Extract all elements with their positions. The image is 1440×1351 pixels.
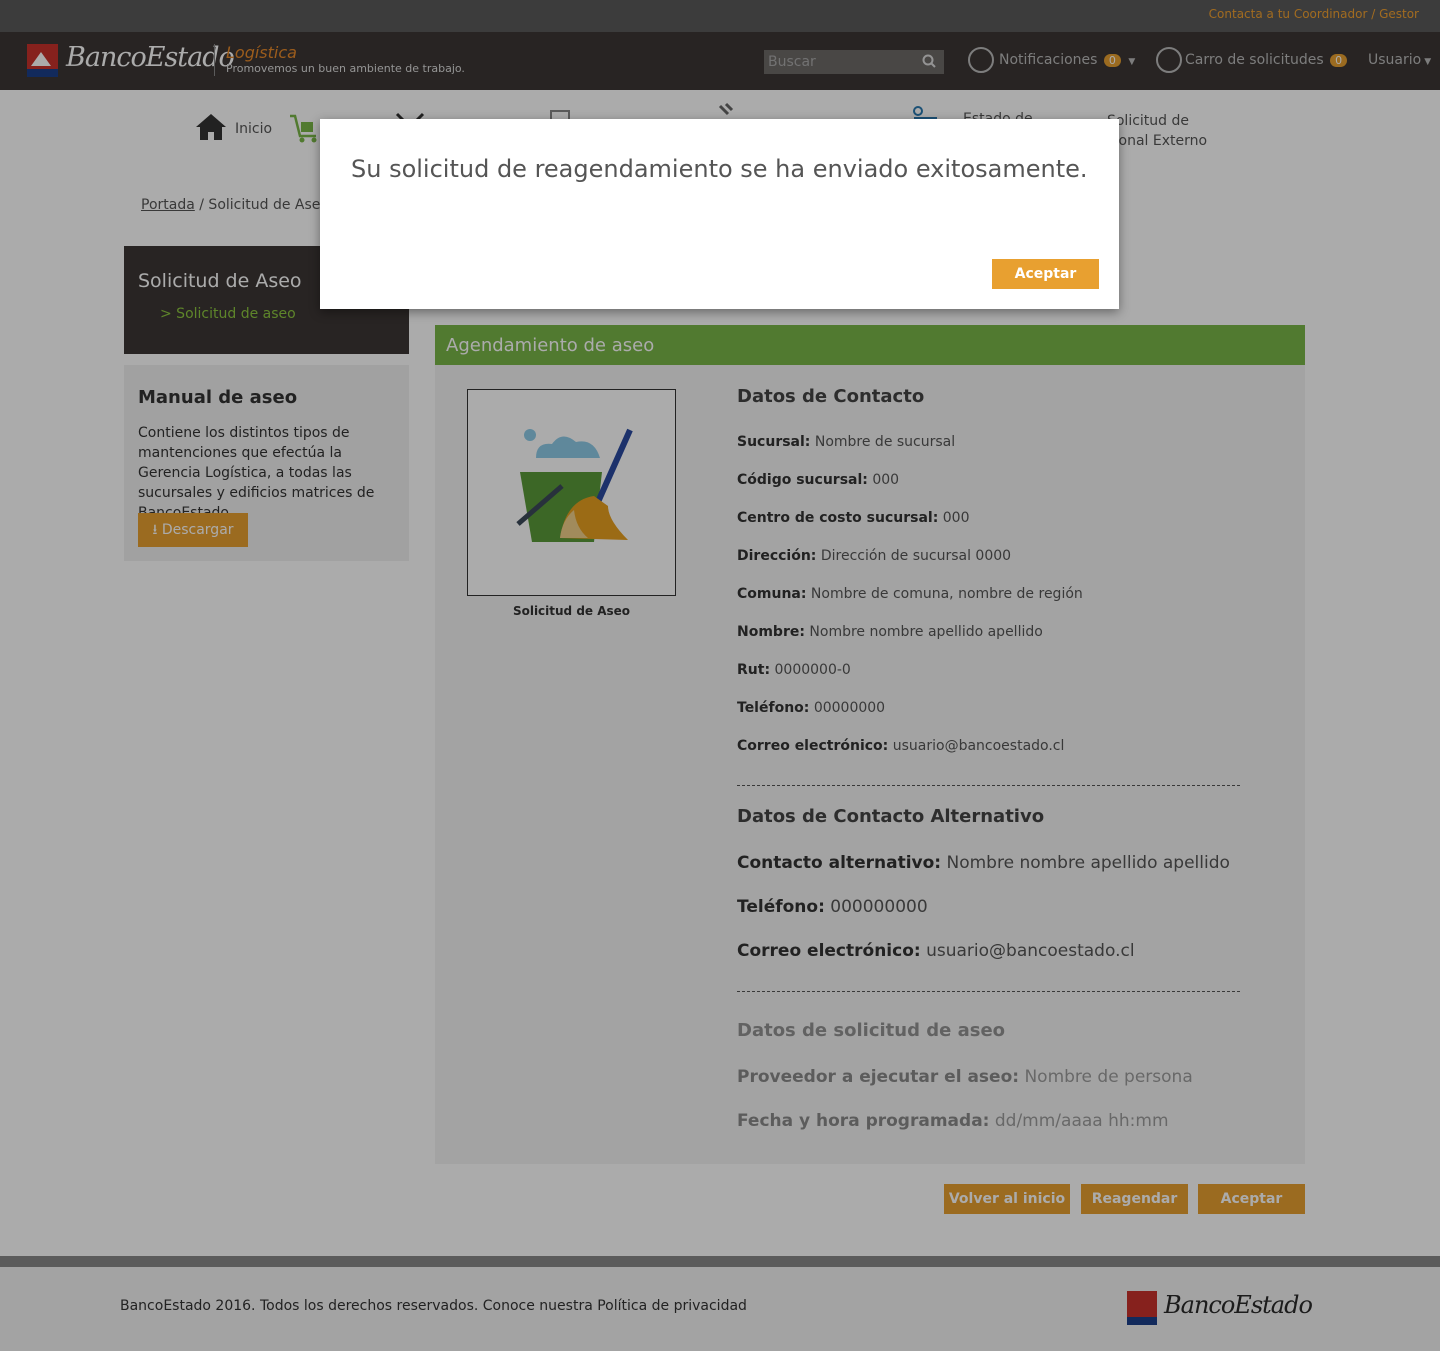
modal-accept-button[interactable]: Aceptar xyxy=(992,259,1099,289)
modal-message: Su solicitud de reagendamiento se ha env… xyxy=(351,155,1088,183)
success-modal: Su solicitud de reagendamiento se ha env… xyxy=(320,119,1119,309)
